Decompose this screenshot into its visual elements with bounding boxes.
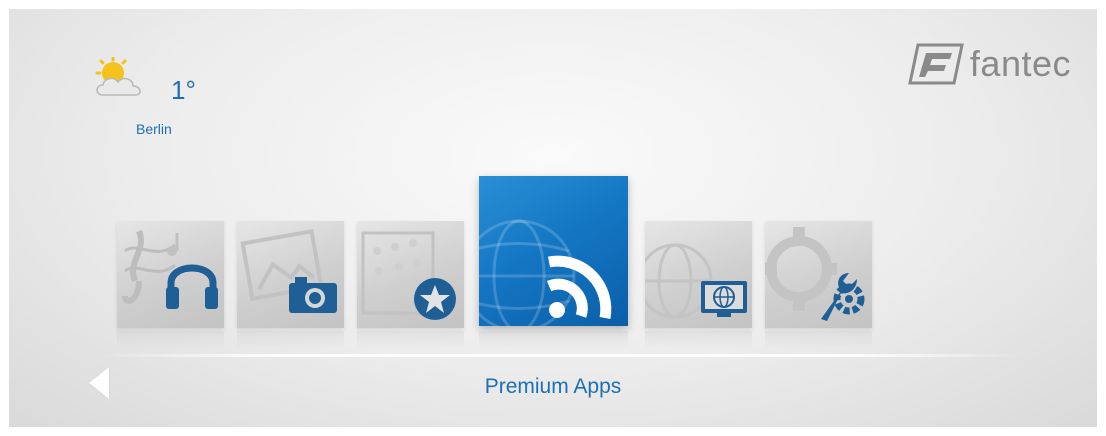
menu-tile-photo[interactable] bbox=[237, 221, 344, 328]
camera-icon bbox=[289, 277, 337, 313]
tile-reflection bbox=[357, 331, 464, 349]
tile-reflection bbox=[479, 331, 628, 349]
menu-tile-premium-apps[interactable] bbox=[479, 176, 628, 326]
rss-icon bbox=[546, 255, 612, 320]
home-screen: 1° Berlin fantec Premium Apps bbox=[9, 9, 1097, 427]
tile-reflection bbox=[237, 331, 344, 349]
wrench-gear-icon bbox=[821, 273, 865, 321]
globe-monitor-icon bbox=[701, 281, 747, 317]
partly-cloudy-sun-icon bbox=[95, 57, 141, 96]
tile-reflection bbox=[645, 331, 752, 349]
headphones-icon bbox=[166, 264, 218, 309]
temperature: 1° bbox=[171, 75, 196, 105]
selected-menu-title: Premium Apps bbox=[484, 375, 622, 398]
star-icon bbox=[414, 278, 456, 320]
fantec-logo: fantec bbox=[908, 41, 1071, 87]
menu-tile-music[interactable] bbox=[117, 221, 224, 328]
tile-reflection bbox=[765, 331, 872, 349]
menu-tile-settings[interactable] bbox=[765, 221, 872, 328]
weather-widget: 1° Berlin bbox=[89, 57, 219, 157]
tile-reflection bbox=[117, 331, 224, 349]
menu-tile-movies[interactable] bbox=[357, 221, 464, 328]
menu-tile-network[interactable] bbox=[645, 221, 752, 328]
brand-name: fantec bbox=[969, 43, 1071, 84]
city-name: Berlin bbox=[136, 121, 172, 137]
menu-shelf-divider bbox=[99, 354, 1027, 357]
fantec-logo-mark bbox=[908, 43, 964, 85]
